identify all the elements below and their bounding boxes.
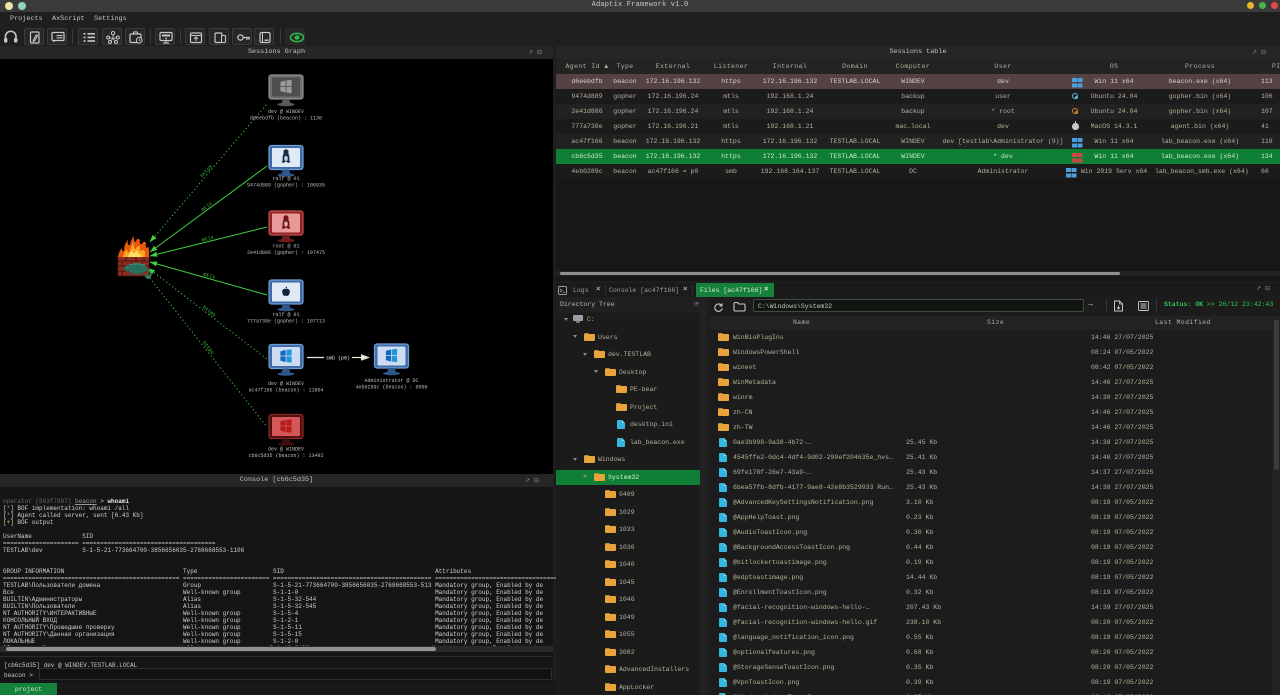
svg-text:777a738e (gopher) : 107713: 777a738e (gopher) : 107713 bbox=[247, 319, 325, 325]
svg-text:https: https bbox=[201, 305, 217, 319]
svg-text:dev @ WINDEV: dev @ WINDEV bbox=[268, 447, 304, 453]
svg-text:root @ 01: root @ 01 bbox=[272, 244, 299, 250]
svg-text:2e41d886 (gopher) : 107475: 2e41d886 (gopher) : 107475 bbox=[247, 250, 325, 256]
svg-text:ralf @ 01: ralf @ 01 bbox=[272, 312, 299, 318]
svg-text:d6eebdfb (beacon) : 1136: d6eebdfb (beacon) : 1136 bbox=[250, 116, 322, 122]
svg-text:dev @ WINDEV: dev @ WINDEV bbox=[268, 109, 304, 115]
svg-text:dev @ WINDEV: dev @ WINDEV bbox=[268, 381, 304, 387]
svg-text:mtls: mtls bbox=[203, 272, 216, 281]
svg-text:ac47f166 (beacon) : 11804: ac47f166 (beacon) : 11804 bbox=[248, 388, 323, 394]
svg-text:https: https bbox=[201, 340, 215, 356]
svg-text:cb6c5d35 (beacon) : 13492: cb6c5d35 (beacon) : 13492 bbox=[248, 453, 323, 459]
svg-text:mtls: mtls bbox=[201, 235, 214, 244]
svg-text:Administrator @ DC: Administrator @ DC bbox=[364, 378, 418, 384]
svg-text:9474d889 (gopher) : 106935: 9474d889 (gopher) : 106935 bbox=[247, 183, 325, 189]
svg-text:smb (p0): smb (p0) bbox=[326, 356, 350, 362]
svg-text:https: https bbox=[199, 164, 213, 179]
svg-text:4eb0289c (beacon) : 6000: 4eb0289c (beacon) : 6000 bbox=[355, 385, 427, 391]
svg-text:ralf @ 01: ralf @ 01 bbox=[272, 176, 299, 182]
svg-text:mtls: mtls bbox=[200, 201, 213, 213]
